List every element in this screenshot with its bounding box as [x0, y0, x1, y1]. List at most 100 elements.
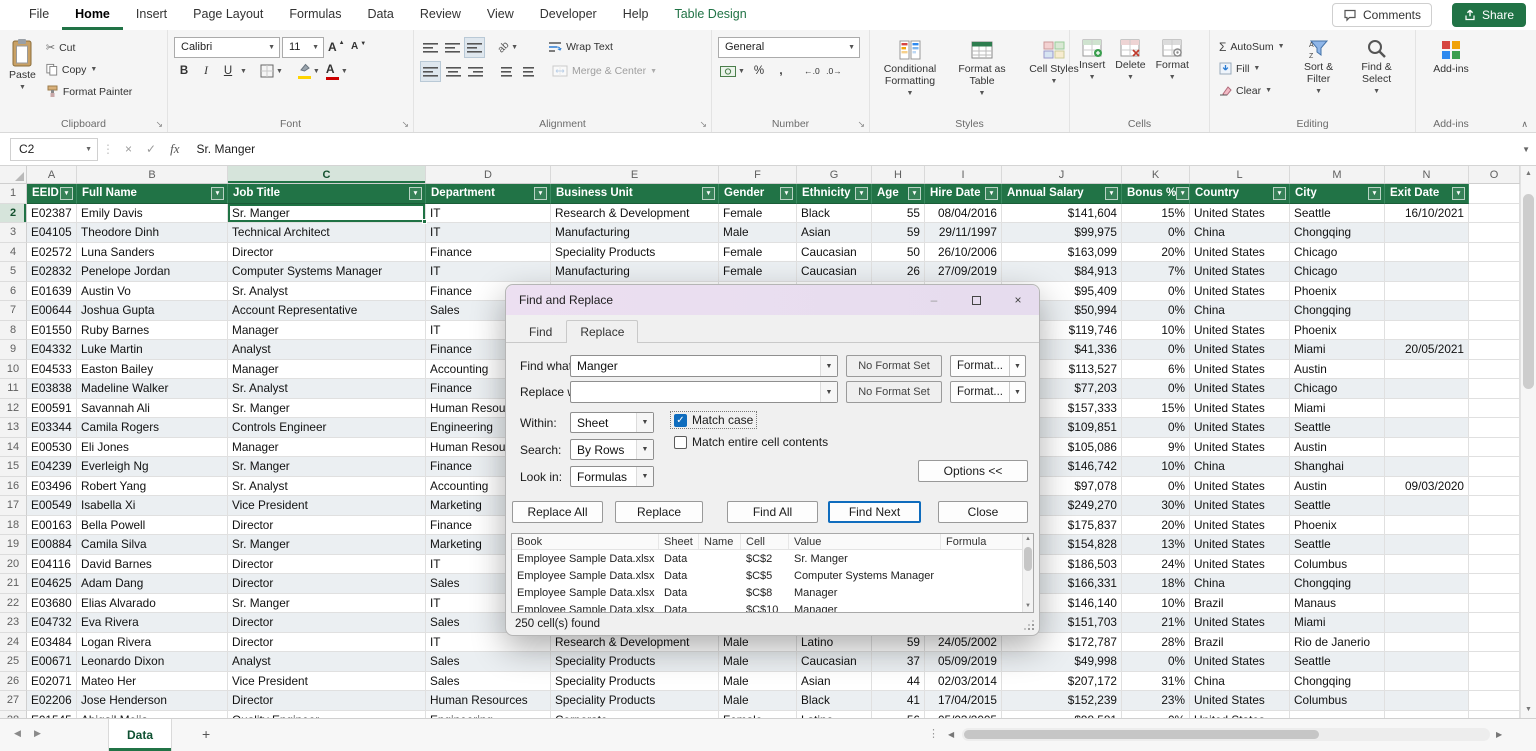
cell-M17[interactable]: Seattle	[1290, 496, 1385, 516]
cell-B26[interactable]: Mateo Her	[77, 671, 228, 691]
cell-M15[interactable]: Shanghai	[1290, 457, 1385, 477]
cell-A23[interactable]: E04732	[27, 613, 77, 633]
cell-O28[interactable]	[1469, 710, 1520, 718]
chevron-down-icon[interactable]: ▼	[636, 440, 653, 459]
cell-D28[interactable]: Engineering	[426, 710, 551, 718]
cell-L21[interactable]: China	[1190, 574, 1290, 594]
tab-find[interactable]: Find	[515, 320, 566, 343]
cell-A10[interactable]: E04533	[27, 359, 77, 379]
cell-L5[interactable]: United States	[1190, 262, 1290, 282]
cell-B3[interactable]: Theodore Dinh	[77, 223, 228, 243]
cell-G27[interactable]: Black	[797, 691, 872, 711]
cell-N22[interactable]	[1385, 593, 1469, 613]
cell-K10[interactable]: 6%	[1122, 359, 1190, 379]
cell-I2[interactable]: 08/04/2016	[925, 203, 1002, 223]
find-results-list[interactable]: Book Sheet Name Cell Value Formula Employee S…	[511, 533, 1034, 613]
cell-L12[interactable]: United States	[1190, 398, 1290, 418]
cell-O20[interactable]	[1469, 554, 1520, 574]
cell-O7[interactable]	[1469, 301, 1520, 321]
cell-H5[interactable]: 26	[872, 262, 925, 282]
cell-K14[interactable]: 9%	[1122, 437, 1190, 457]
dialog-titlebar[interactable]: Find and Replace – ×	[506, 285, 1039, 315]
copy-button[interactable]: Copy ▼	[43, 59, 135, 80]
wrap-text-button[interactable]: Wrap Text	[545, 37, 616, 58]
column-header-G[interactable]: G	[797, 166, 872, 183]
cell-B18[interactable]: Bella Powell	[77, 515, 228, 535]
column-header-A[interactable]: A	[27, 166, 77, 183]
replace-with-input[interactable]: ▼	[570, 381, 838, 403]
hscroll-right-icon[interactable]: ▶	[1496, 730, 1502, 739]
cell-D26[interactable]: Sales	[426, 671, 551, 691]
cell-M23[interactable]: Miami	[1290, 613, 1385, 633]
cell-F28[interactable]: Female	[719, 710, 797, 718]
cell-O21[interactable]	[1469, 574, 1520, 594]
cell-C22[interactable]: Sr. Manger	[228, 593, 426, 613]
cell-L3[interactable]: China	[1190, 223, 1290, 243]
cell-L7[interactable]: China	[1190, 301, 1290, 321]
cell-C7[interactable]: Account Representative	[228, 301, 426, 321]
cell-A20[interactable]: E04116	[27, 554, 77, 574]
cell-C26[interactable]: Vice President	[228, 671, 426, 691]
filter-button[interactable]: ▼	[1176, 186, 1189, 200]
cell-L2[interactable]: United States	[1190, 203, 1290, 223]
cell-E4[interactable]: Speciality Products	[551, 242, 719, 262]
search-select[interactable]: By Rows ▼	[570, 439, 654, 460]
results-column-name[interactable]: Name	[699, 534, 741, 549]
cell-C4[interactable]: Director	[228, 242, 426, 262]
cell-E2[interactable]: Research & Development	[551, 203, 719, 223]
cell-C27[interactable]: Director	[228, 691, 426, 711]
cell-I3[interactable]: 29/11/1997	[925, 223, 1002, 243]
new-sheet-button[interactable]: +	[202, 726, 210, 742]
sheet-tab-data[interactable]: Data	[108, 719, 173, 751]
ribbon-tab-review[interactable]: Review	[407, 0, 474, 30]
ribbon-tab-table-design[interactable]: Table Design	[661, 0, 759, 30]
cell-N19[interactable]	[1385, 535, 1469, 555]
cell-J5[interactable]: $84,913	[1002, 262, 1122, 282]
cell-L15[interactable]: China	[1190, 457, 1290, 477]
cell-K6[interactable]: 0%	[1122, 281, 1190, 301]
insert-cells-button[interactable]: Insert ▼	[1076, 35, 1108, 115]
row-header-2[interactable]: 2	[0, 203, 27, 223]
cell-N14[interactable]	[1385, 437, 1469, 457]
collapse-ribbon-button[interactable]: ∧	[1521, 119, 1528, 130]
cell-O11[interactable]	[1469, 379, 1520, 399]
cell-I27[interactable]: 17/04/2015	[925, 691, 1002, 711]
ribbon-tab-help[interactable]: Help	[610, 0, 662, 30]
match-entire-checkbox[interactable]: Match entire cell contents	[671, 434, 831, 450]
cell-K16[interactable]: 0%	[1122, 476, 1190, 496]
cell-N26[interactable]	[1385, 671, 1469, 691]
cell-O4[interactable]	[1469, 242, 1520, 262]
cell-M22[interactable]: Manaus	[1290, 593, 1385, 613]
row-header-12[interactable]: 12	[0, 398, 27, 418]
row-header-15[interactable]: 15	[0, 457, 27, 477]
cell-K24[interactable]: 28%	[1122, 632, 1190, 652]
cell-C21[interactable]: Director	[228, 574, 426, 594]
row-header-17[interactable]: 17	[0, 496, 27, 516]
column-header-H[interactable]: H	[872, 166, 925, 183]
vertical-scrollbar-thumb[interactable]	[1523, 194, 1534, 389]
replace-all-button[interactable]: Replace All	[512, 501, 603, 523]
cell-A26[interactable]: E02071	[27, 671, 77, 691]
cell-A11[interactable]: E03838	[27, 379, 77, 399]
cell-O22[interactable]	[1469, 593, 1520, 613]
fill-handle[interactable]	[422, 219, 427, 224]
cell-M3[interactable]: Chongqing	[1290, 223, 1385, 243]
cell-F26[interactable]: Male	[719, 671, 797, 691]
cell-A4[interactable]: E02572	[27, 242, 77, 262]
cell-D5[interactable]: IT	[426, 262, 551, 282]
column-header-L[interactable]: L	[1190, 166, 1290, 183]
cell-F2[interactable]: Female	[719, 203, 797, 223]
clipboard-dialog-launcher[interactable]: ↘	[155, 120, 163, 129]
increase-font-button[interactable]: A ▲	[326, 37, 347, 58]
cell-A22[interactable]: E03680	[27, 593, 77, 613]
cell-B12[interactable]: Savannah Ali	[77, 398, 228, 418]
cell-L24[interactable]: Brazil	[1190, 632, 1290, 652]
cell-B7[interactable]: Joshua Gupta	[77, 301, 228, 321]
cell-C3[interactable]: Technical Architect	[228, 223, 426, 243]
cell-K8[interactable]: 10%	[1122, 320, 1190, 340]
cell-N7[interactable]	[1385, 301, 1469, 321]
cell-J4[interactable]: $163,099	[1002, 242, 1122, 262]
within-select[interactable]: Sheet ▼	[570, 412, 654, 433]
cell-M26[interactable]: Chongqing	[1290, 671, 1385, 691]
filter-button[interactable]: ▼	[409, 186, 422, 200]
